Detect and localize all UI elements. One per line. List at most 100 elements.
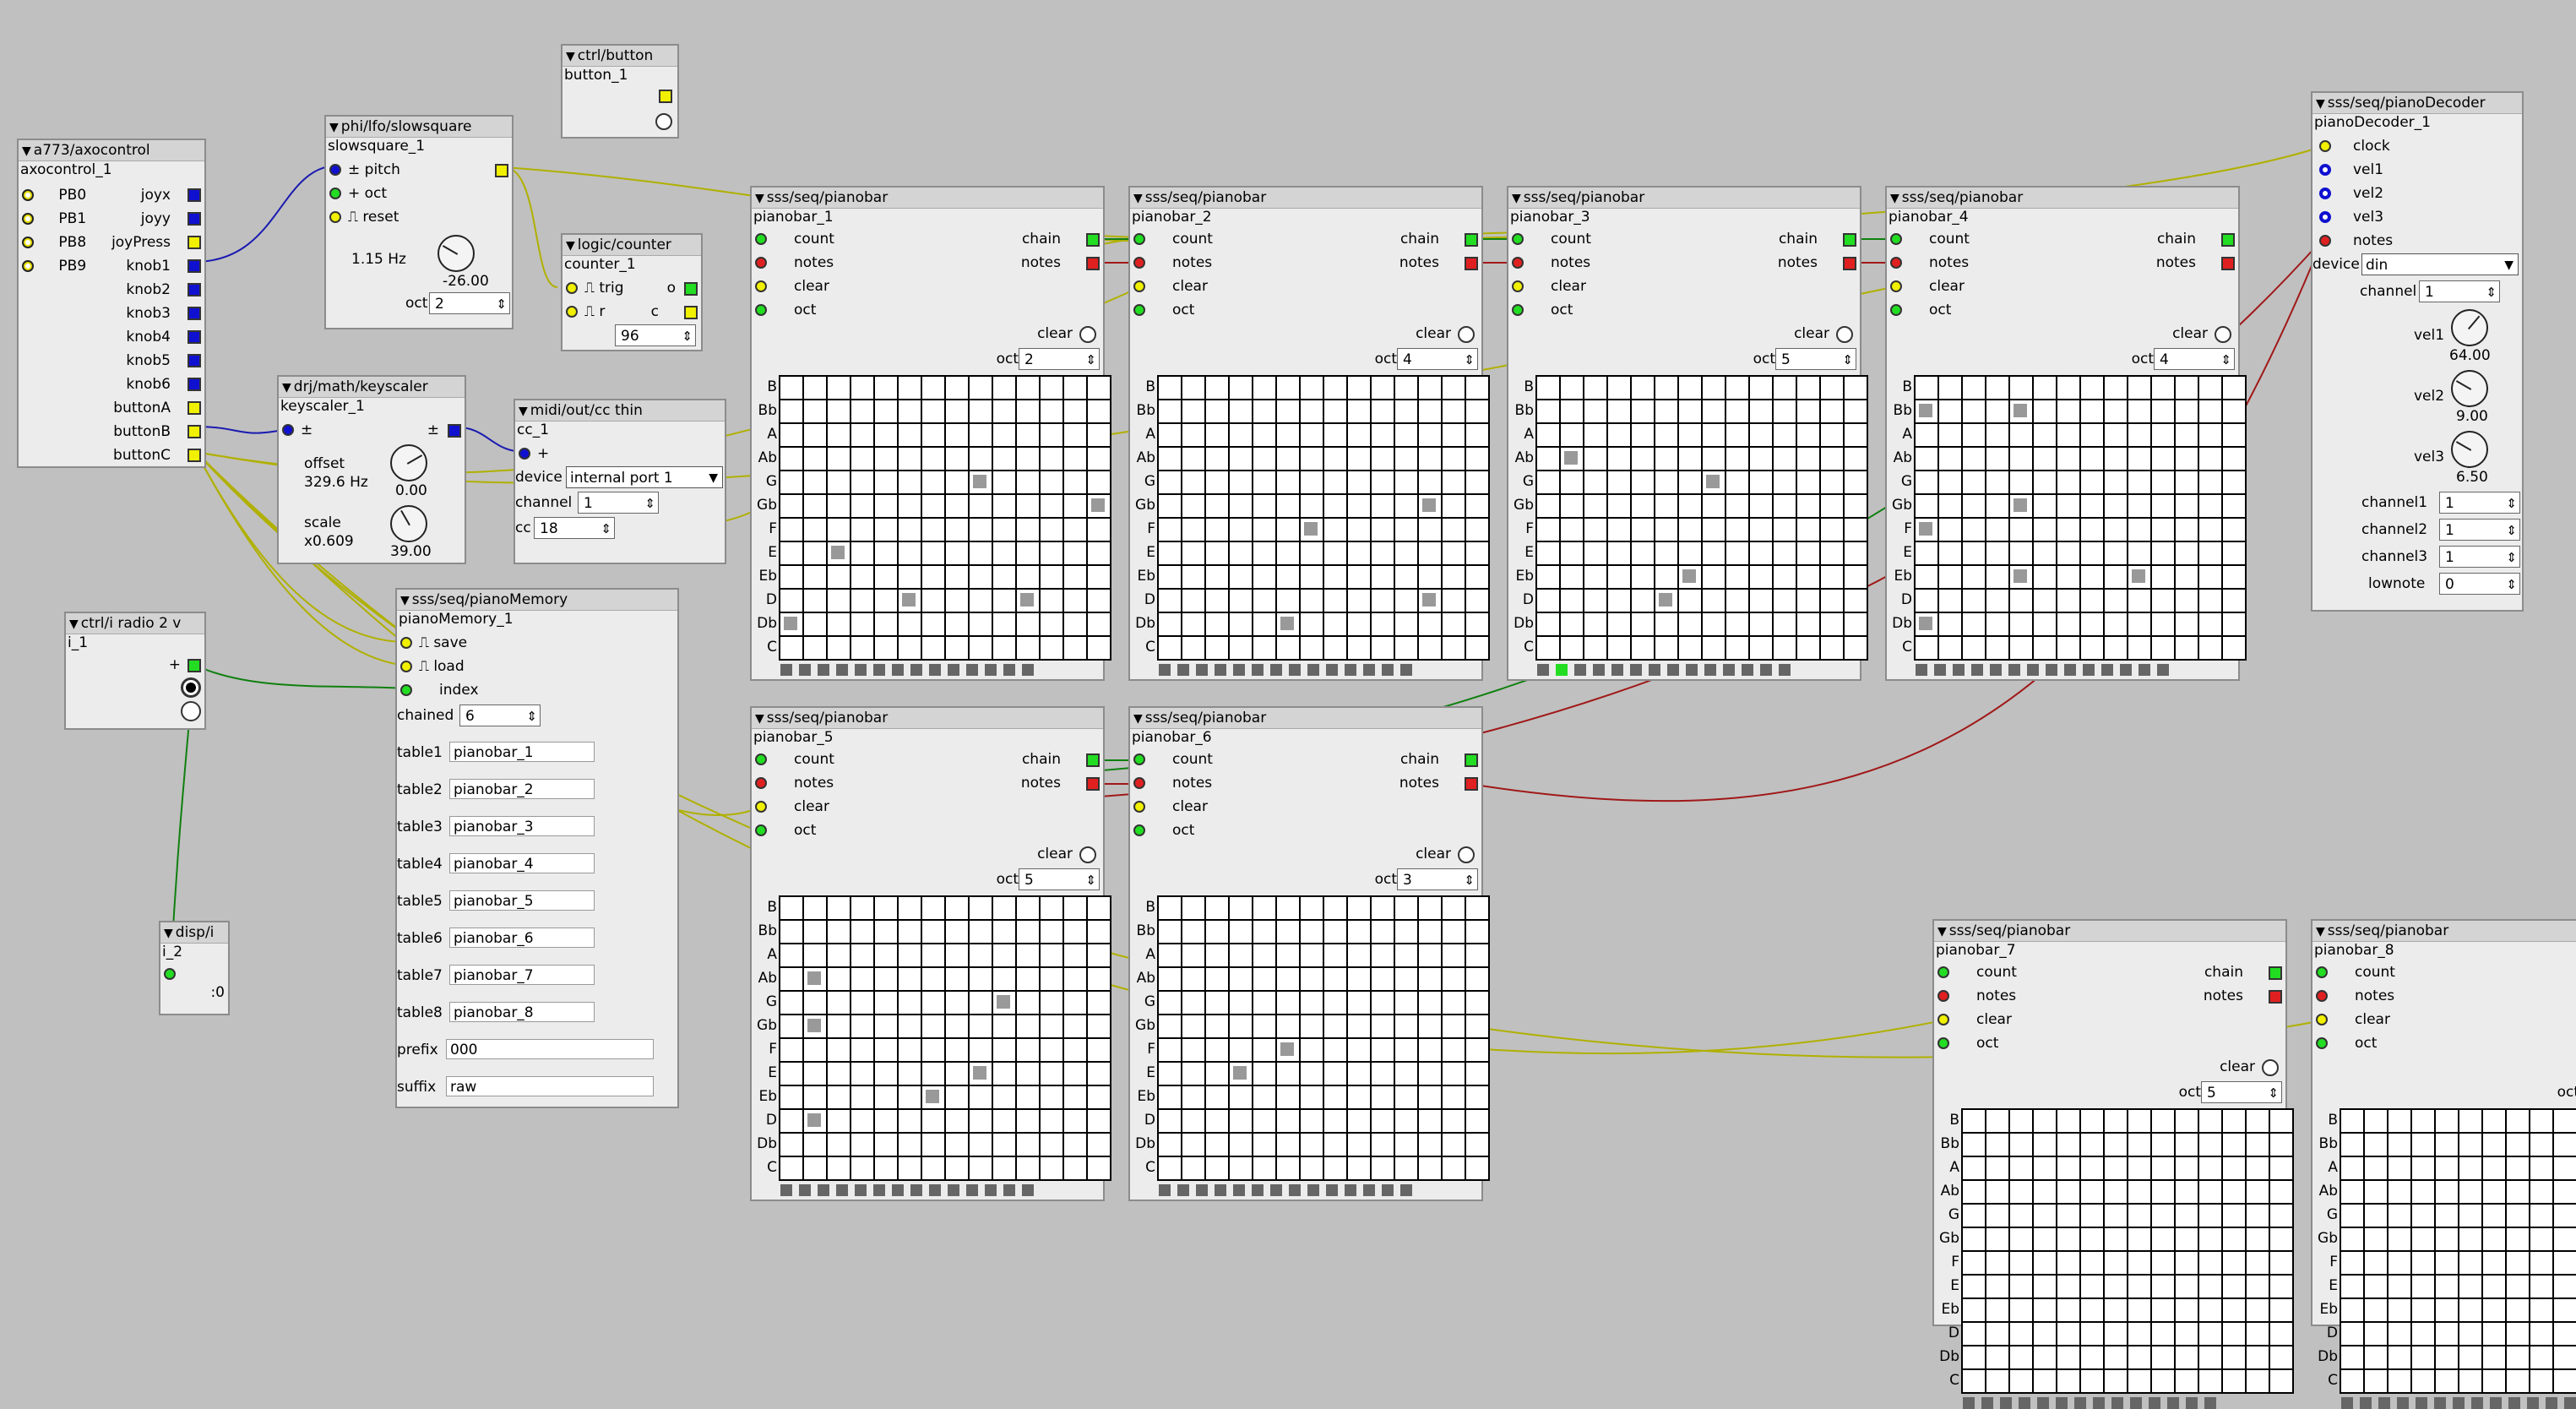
grid-cell[interactable] — [1301, 1110, 1324, 1134]
oct-spinner[interactable]: 5 — [2201, 1081, 2282, 1104]
inlet-count[interactable] — [1890, 233, 1902, 245]
grid-cell[interactable] — [2034, 1323, 2057, 1346]
grid-cell[interactable] — [1088, 1063, 1111, 1086]
grid-cell[interactable] — [1845, 590, 1868, 613]
grid-cell[interactable] — [2270, 1134, 2294, 1157]
grid-cell[interactable] — [851, 1134, 875, 1157]
grid-cell[interactable] — [1632, 448, 1655, 471]
grid-cell[interactable] — [1703, 495, 1726, 519]
inlet-notes[interactable] — [1133, 257, 1145, 269]
grid-cell[interactable] — [1088, 1110, 1111, 1134]
grid-cell[interactable] — [2247, 1110, 2270, 1134]
grid-cell[interactable] — [2128, 1228, 2152, 1252]
grid-cell[interactable] — [780, 944, 804, 968]
grid-cell[interactable] — [2010, 1205, 2034, 1228]
grid-cell[interactable] — [1301, 921, 1324, 944]
grid-cell[interactable] — [1017, 377, 1041, 400]
grid-cell[interactable] — [828, 495, 851, 519]
grid-cell[interactable] — [2176, 637, 2199, 661]
grid-cell[interactable] — [993, 921, 1017, 944]
grid-cell[interactable] — [922, 1086, 946, 1110]
grid-cell[interactable] — [1608, 519, 1632, 542]
grid-cell[interactable] — [1348, 1134, 1372, 1157]
object-header[interactable]: ▼ sss/seq/pianoMemory — [397, 590, 677, 611]
grid-cell[interactable] — [2034, 542, 2057, 566]
note-grid[interactable] — [1914, 375, 2247, 661]
grid-cell[interactable] — [2057, 1299, 2081, 1323]
grid-cell[interactable] — [780, 1110, 804, 1134]
oct-spinner[interactable]: 2 — [1019, 348, 1100, 371]
outlet-chain[interactable] — [1086, 233, 1100, 247]
grid-cell[interactable] — [851, 471, 875, 495]
grid-cell[interactable] — [1324, 897, 1348, 921]
grid-cell[interactable] — [1939, 424, 1963, 448]
grid-cell[interactable] — [1372, 400, 1395, 424]
grid-cell[interactable] — [946, 566, 970, 590]
grid-cell[interactable] — [1726, 400, 1750, 424]
grid-cell[interactable] — [1064, 921, 1088, 944]
grid-cell[interactable] — [1655, 519, 1679, 542]
grid-cell[interactable] — [1561, 566, 1584, 590]
grid-cell[interactable] — [2483, 1181, 2507, 1205]
grid-cell[interactable] — [1064, 1110, 1088, 1134]
grid-cell[interactable] — [1230, 1039, 1253, 1063]
grid-cell[interactable] — [1182, 897, 1206, 921]
grid-cell[interactable] — [922, 1157, 946, 1181]
grid-cell[interactable] — [1041, 566, 1064, 590]
grid-cell[interactable] — [1182, 1086, 1206, 1110]
grid-cell[interactable] — [828, 566, 851, 590]
grid-cell[interactable] — [1017, 1086, 1041, 1110]
grid-cell[interactable] — [1939, 377, 1963, 400]
grid-cell[interactable] — [1088, 590, 1111, 613]
grid-cell[interactable] — [828, 921, 851, 944]
grid-cell[interactable] — [1845, 613, 1868, 637]
grid-cell[interactable] — [851, 897, 875, 921]
grid-cell[interactable] — [1041, 921, 1064, 944]
grid-cell[interactable] — [2057, 637, 2081, 661]
grid-cell[interactable] — [1301, 448, 1324, 471]
grid-cell[interactable] — [1443, 471, 1466, 495]
grid-cell[interactable] — [1230, 1086, 1253, 1110]
grid-cell[interactable] — [1419, 1039, 1443, 1063]
grid-cell[interactable] — [922, 897, 946, 921]
grid-cell[interactable] — [1348, 1039, 1372, 1063]
oct-spinner[interactable]: 2 — [429, 292, 510, 315]
grid-cell[interactable] — [2081, 1323, 2105, 1346]
outlet-index[interactable] — [187, 659, 201, 672]
grid-cell[interactable] — [1608, 400, 1632, 424]
grid-cell[interactable] — [2057, 471, 2081, 495]
grid-cell[interactable] — [1750, 613, 1774, 637]
grid-cell[interactable] — [2081, 1157, 2105, 1181]
grid-cell[interactable] — [1064, 377, 1088, 400]
grid-cell[interactable] — [2105, 1299, 2128, 1323]
grid-cell[interactable] — [1372, 1015, 1395, 1039]
grid-cell[interactable] — [780, 897, 804, 921]
grid-cell[interactable] — [1679, 471, 1703, 495]
grid-cell[interactable] — [1750, 424, 1774, 448]
grid-cell[interactable] — [1466, 1134, 1490, 1157]
grid-cell[interactable] — [1774, 519, 1797, 542]
grid-cell[interactable] — [2483, 1134, 2507, 1157]
grid-cell[interactable] — [1750, 377, 1774, 400]
grid-cell[interactable] — [2412, 1323, 2436, 1346]
grid-cell[interactable] — [1561, 377, 1584, 400]
grid-cell[interactable] — [1253, 542, 1277, 566]
object-header[interactable]: ▼ sss/seq/pianobar — [1130, 708, 1481, 729]
grid-cell[interactable] — [780, 495, 804, 519]
grid-cell[interactable] — [2034, 1299, 2057, 1323]
grid-cell[interactable] — [2128, 424, 2152, 448]
grid-cell[interactable] — [2554, 1323, 2576, 1346]
grid-cell[interactable] — [1253, 1134, 1277, 1157]
grid-cell[interactable] — [1986, 1157, 2010, 1181]
grid-cell[interactable] — [851, 566, 875, 590]
outlet-o[interactable] — [684, 282, 698, 296]
grid-cell[interactable] — [993, 471, 1017, 495]
grid-cell[interactable] — [2057, 1370, 2081, 1394]
grid-cell[interactable] — [1230, 590, 1253, 613]
grid-cell[interactable] — [1041, 1015, 1064, 1039]
grid-cell[interactable] — [804, 495, 828, 519]
grid-cell[interactable] — [1608, 590, 1632, 613]
outlet-button[interactable] — [659, 90, 672, 103]
grid-cell[interactable] — [2176, 1299, 2199, 1323]
object-header[interactable]: ▼ drj/math/keyscaler — [279, 377, 465, 398]
